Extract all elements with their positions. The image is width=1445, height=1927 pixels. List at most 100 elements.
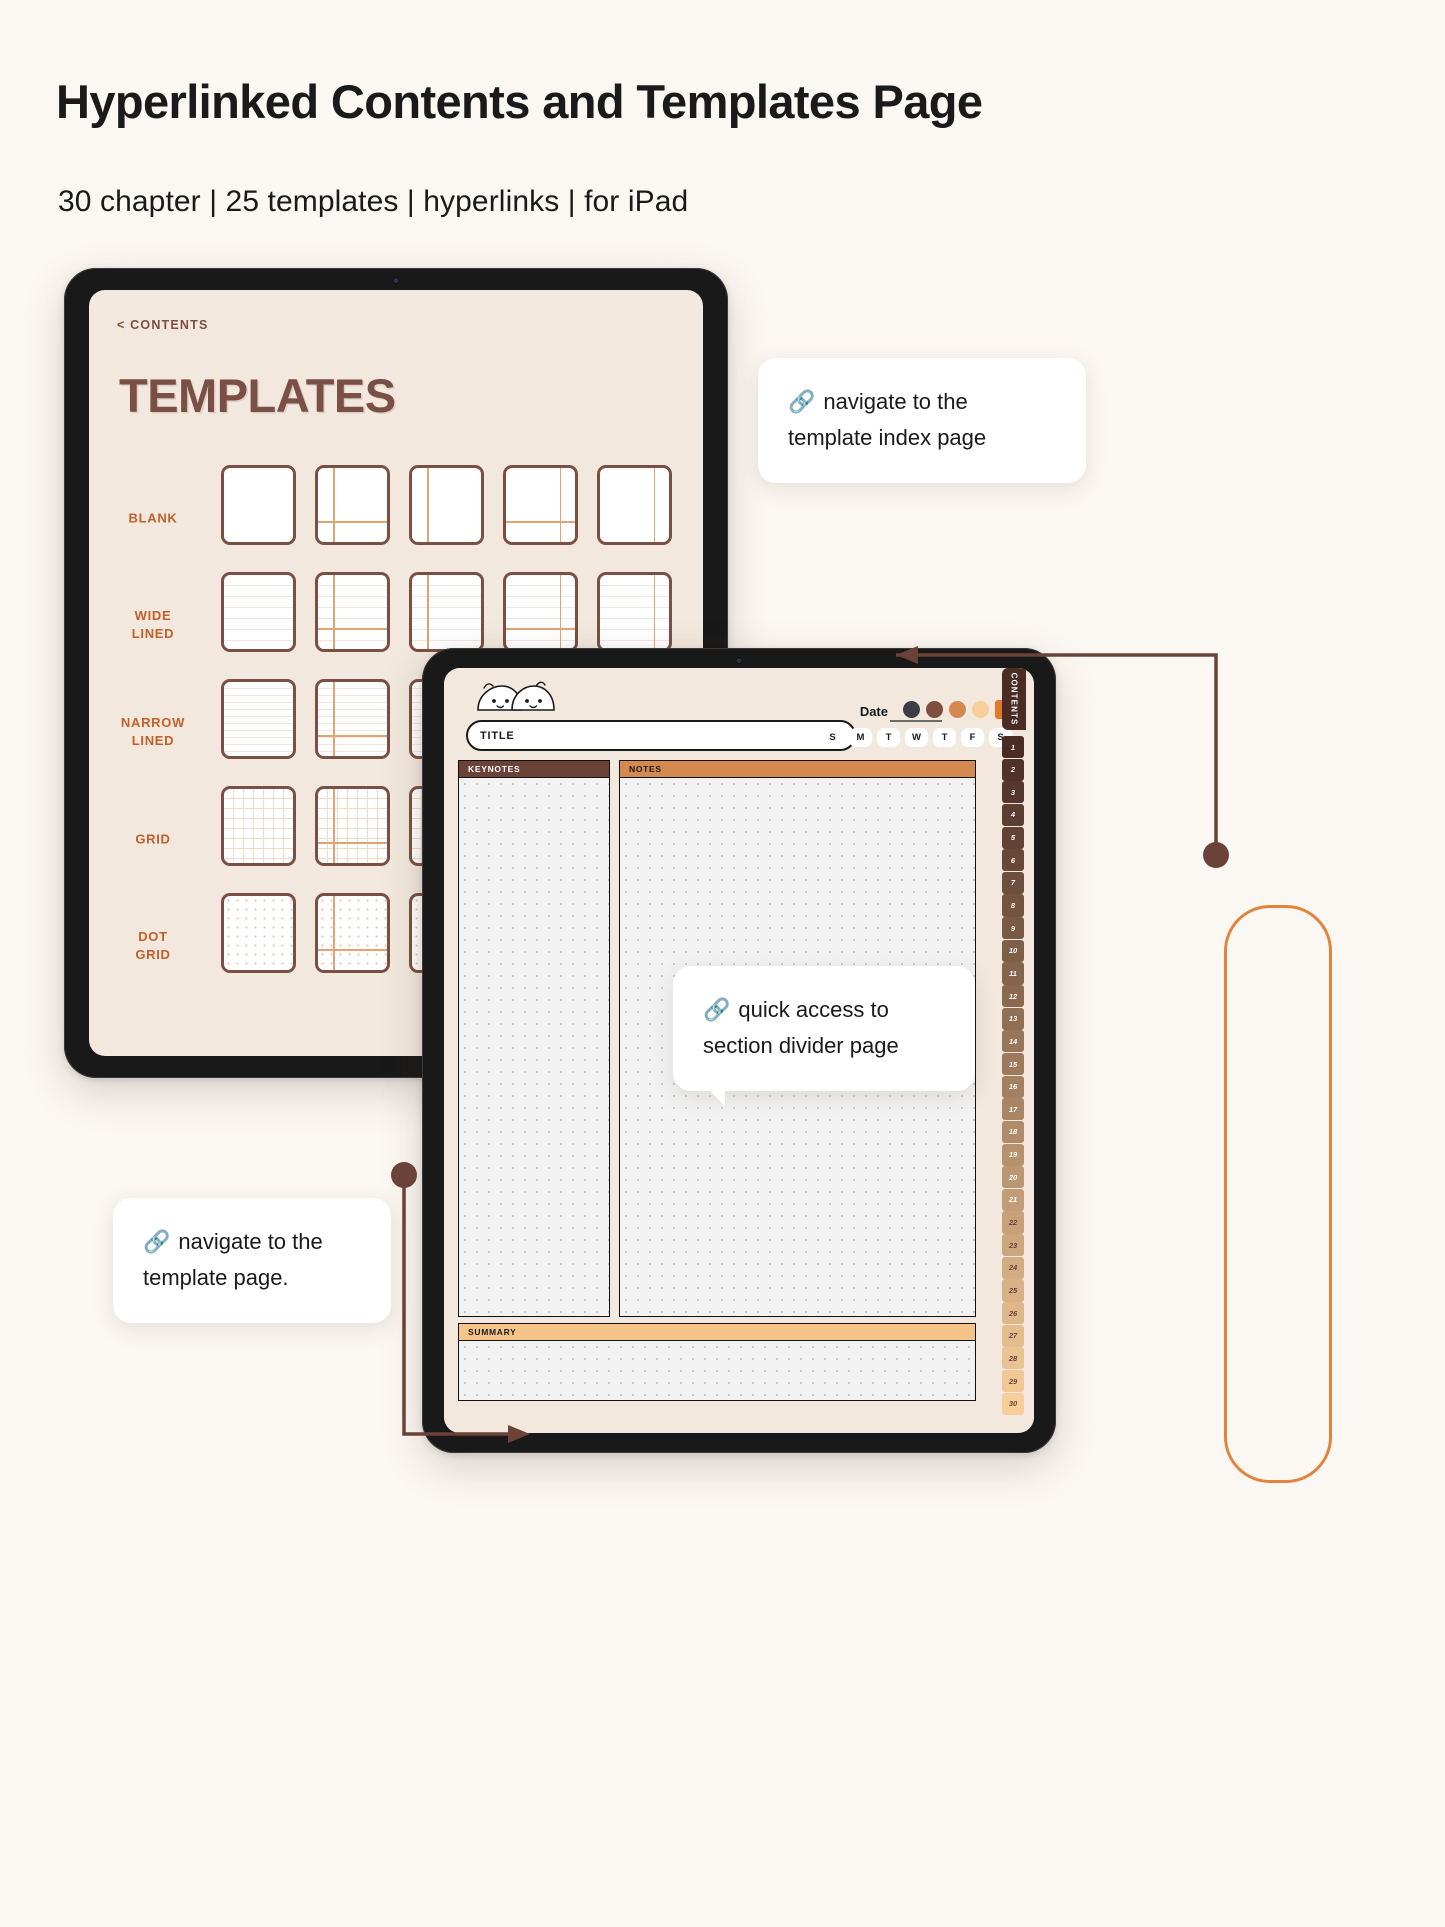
page-number-8[interactable]: 8 [1002,894,1024,917]
callout-text: navigate to the [178,1229,323,1254]
page-number-16[interactable]: 16 [1002,1075,1024,1098]
template-thumbnails [221,572,672,652]
page-number-22[interactable]: 22 [1002,1211,1024,1234]
color-swatch-charcoal[interactable] [903,701,920,718]
page-number-14[interactable]: 14 [1002,1030,1024,1053]
page-number-25[interactable]: 25 [1002,1279,1024,1302]
page-number-15[interactable]: 15 [1002,1052,1024,1076]
page-number-19[interactable]: 19 [1002,1143,1024,1166]
template-thumbnail[interactable] [221,572,296,652]
page-number-7[interactable]: 7 [1002,871,1024,894]
panel-keynotes-header: KEYNOTES [458,760,610,777]
template-thumbnail[interactable] [409,465,484,545]
page-number-3[interactable]: 3 [1002,781,1024,804]
weekday-button-2[interactable]: T [877,728,900,747]
page-number-21[interactable]: 21 [1002,1188,1024,1211]
page-number-10[interactable]: 10 [1002,939,1024,962]
page-number-2[interactable]: 2 [1002,758,1024,781]
template-thumbnail[interactable] [503,465,578,545]
template-thumbnail[interactable] [315,893,390,973]
page-number-27[interactable]: 27 [1002,1324,1024,1347]
page-number-1[interactable]: 1 [1002,736,1024,759]
weekday-button-0[interactable]: S [821,728,844,747]
page-number-11[interactable]: 11 [1002,962,1024,985]
page-number-29[interactable]: 29 [1002,1369,1024,1393]
panel-keynotes-body[interactable] [458,777,610,1317]
template-thumbnail[interactable] [503,572,578,652]
template-thumbnail[interactable] [409,572,484,652]
template-row-label: DOT GRID [135,928,171,963]
link-icon: 🔗 [788,389,816,414]
thumbnail-divider [653,468,656,542]
page-number-5[interactable]: 5 [1002,826,1024,849]
template-thumbnail[interactable] [315,465,390,545]
page-number-18[interactable]: 18 [1002,1120,1024,1144]
page-subtitle: 30 chapter | 25 templates | hyperlinks |… [58,185,689,218]
weekday-button-5[interactable]: F [961,728,984,747]
callout-template-page: 🔗 navigate to the template page. [113,1198,391,1323]
page-number-17[interactable]: 17 [1002,1098,1024,1121]
page-number-24[interactable]: 24 [1002,1256,1024,1279]
template-thumbnail[interactable] [315,572,390,652]
panel-summary-body[interactable] [458,1340,976,1401]
thumbnail-divider [333,896,335,970]
page-number-rail: 1 2 3 4 5 6 7 8 9 10 11 12 13 14 15 16 17 18 19 20 21 22 23 24 2… [1002,736,1024,1415]
page-number-23[interactable]: 23 [1002,1234,1024,1257]
page-number-9[interactable]: 9 [1002,917,1024,940]
page-number-6[interactable]: 6 [1002,849,1024,872]
page-number-26[interactable]: 26 [1002,1302,1024,1325]
contents-rail: CONTENTS 1 2 3 4 5 6 7 8 9 10 11 12 13 14 15 16 17 18 19 20… [998,668,1026,1433]
template-row-label: NARROW LINED [120,714,186,749]
template-thumbnail[interactable] [597,572,672,652]
thumbnail-divider [559,468,562,542]
thumbnail-pattern [600,575,669,649]
panel-notes-header: NOTES [619,760,976,777]
contents-back-link[interactable]: < CONTENTS [117,318,209,332]
color-swatch-tan[interactable] [949,701,966,718]
template-thumbnail[interactable] [221,786,296,866]
thumbnail-divider [318,842,387,844]
thumbnail-pattern [318,682,387,756]
color-swatch-brown[interactable] [926,701,943,718]
title-input[interactable]: TITLE [466,720,856,751]
thumbnail-divider [318,735,387,737]
page-number-12[interactable]: 12 [1002,985,1024,1008]
color-swatch-peach[interactable] [972,701,989,718]
date-input-rule[interactable] [890,720,942,722]
panel-summary: SUMMARY [458,1323,976,1401]
weekday-button-3[interactable]: W [905,728,928,747]
template-thumbnail[interactable] [315,679,390,759]
thumbnail-divider [427,468,429,542]
thumbnail-divider [559,575,562,649]
templates-heading: TEMPLATES [119,369,396,422]
link-icon: 🔗 [143,1229,171,1254]
template-thumbnail[interactable] [597,465,672,545]
link-icon: 🔗 [703,997,731,1022]
template-thumbnail[interactable] [221,679,296,759]
panel-summary-header: SUMMARY [458,1323,976,1340]
camera-icon [735,657,743,664]
thumbnail-divider [506,521,575,523]
thumbnail-pattern [224,682,293,756]
callout-line: 🔗 navigate to the [788,384,1056,420]
page-number-4[interactable]: 4 [1002,803,1024,827]
thumbnail-pattern [224,575,293,649]
page-number-20[interactable]: 20 [1002,1166,1024,1189]
thumbnail-divider [318,949,387,951]
page-number-30[interactable]: 30 [1002,1392,1024,1415]
weekday-button-1[interactable]: M [849,728,872,747]
template-row-label: GRID [135,831,171,847]
thumbnail-divider [506,628,575,630]
template-thumbnail[interactable] [315,786,390,866]
weekday-button-4[interactable]: T [933,728,956,747]
template-thumbnail[interactable] [221,465,296,545]
page-number-13[interactable]: 13 [1002,1007,1024,1030]
poster-canvas: Hyperlinked Contents and Templates Page … [0,0,1445,1927]
template-row-label: BLANK [128,510,178,526]
thumbnail-divider [318,628,387,630]
thumbnail-divider [653,575,656,649]
page-number-28[interactable]: 28 [1002,1347,1024,1370]
template-thumbnail[interactable] [221,893,296,973]
contents-tab[interactable]: CONTENTS [1002,668,1026,730]
thumbnail-pattern [224,896,293,970]
